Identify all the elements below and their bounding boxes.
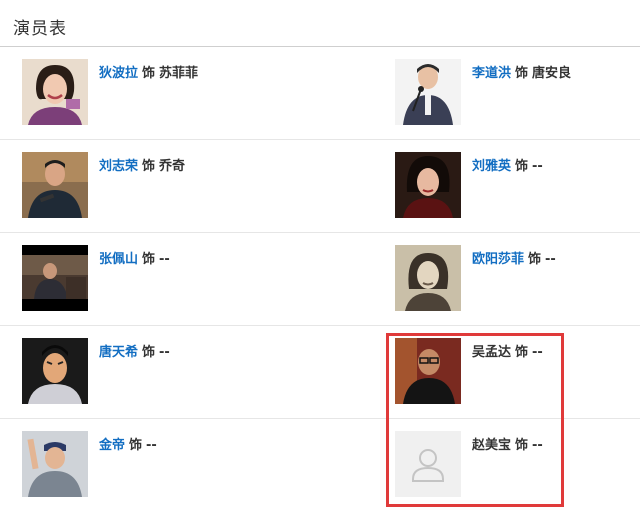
cast-credit: 刘雅英饰 -- xyxy=(472,155,543,174)
cast-section-header: 演员表 xyxy=(0,0,640,47)
as-label: 饰 xyxy=(515,66,529,81)
actor-name: 赵美宝 xyxy=(472,438,512,453)
as-label: 饰 xyxy=(142,66,156,81)
actor-name-link[interactable]: 唐天希 xyxy=(99,345,138,360)
cast-row: 张佩山饰 -- 欧阳莎菲饰 -- xyxy=(0,233,640,326)
actor-name-link[interactable]: 张佩山 xyxy=(99,252,138,267)
cast-credit: 张佩山饰 -- xyxy=(99,248,170,267)
cast-item: 吴孟达饰 -- xyxy=(395,338,635,406)
cast-item: 欧阳莎菲饰 -- xyxy=(395,245,635,313)
actor-name-link[interactable]: 欧阳莎菲 xyxy=(472,252,524,267)
actress-smiling-photo[interactable] xyxy=(22,59,88,125)
cast-item: 狄波拉饰苏菲菲 xyxy=(22,59,352,127)
section-title: 演员表 xyxy=(13,19,67,39)
as-label: 饰 xyxy=(142,159,156,174)
cast-row: 金帝饰 -- 赵美宝饰 -- xyxy=(0,419,640,512)
actor-name-link[interactable]: 刘雅英 xyxy=(472,159,511,174)
role-name: -- xyxy=(545,252,556,267)
man-with-microphone-photo[interactable] xyxy=(395,59,461,125)
cast-item: 刘志荣饰乔奇 xyxy=(22,152,352,220)
actress-in-costume-photo[interactable] xyxy=(395,152,461,218)
as-label: 饰 xyxy=(129,438,143,453)
cast-credit: 唐天希饰 -- xyxy=(99,341,170,360)
actor-name-link[interactable]: 狄波拉 xyxy=(99,66,138,81)
actor-name-link[interactable]: 金帝 xyxy=(99,438,125,453)
default-avatar-icon xyxy=(395,431,461,497)
cast-credit: 欧阳莎菲饰 -- xyxy=(472,248,556,267)
actor-name-link[interactable]: 李道洪 xyxy=(472,66,511,81)
as-label: 饰 xyxy=(515,159,529,174)
cast-list: 狄波拉饰苏菲菲 李道洪饰唐安良 刘志荣饰乔奇 刘雅英 饰 -- 张佩山 饰 --… xyxy=(0,47,640,512)
role-name: 唐安良 xyxy=(532,66,572,81)
cast-credit: 赵美宝饰 -- xyxy=(472,434,543,453)
cast-item: 金帝饰 -- xyxy=(22,431,352,499)
as-label: 饰 xyxy=(142,345,156,360)
cast-item: 李道洪饰唐安良 xyxy=(395,59,635,127)
man-speaking-photo[interactable] xyxy=(22,152,88,218)
man-with-glasses-photo[interactable] xyxy=(395,338,461,404)
cast-item: 张佩山饰 -- xyxy=(22,245,352,313)
cast-credit: 吴孟达饰 -- xyxy=(472,341,543,360)
role-name: -- xyxy=(146,438,157,453)
as-label: 饰 xyxy=(528,252,542,267)
cast-row: 唐天希饰 -- 吴孟达饰 -- xyxy=(0,326,640,419)
role-name: -- xyxy=(532,159,543,174)
cast-item: 唐天希饰 -- xyxy=(22,338,352,406)
cast-credit: 李道洪饰唐安良 xyxy=(472,62,571,81)
cast-credit: 刘志荣饰乔奇 xyxy=(99,155,185,174)
as-label: 饰 xyxy=(515,345,529,360)
film-still-photo[interactable] xyxy=(22,245,88,311)
cast-credit: 狄波拉饰苏菲菲 xyxy=(99,62,198,81)
role-name: -- xyxy=(532,345,543,360)
vintage-portrait-photo[interactable] xyxy=(395,245,461,311)
actor-name-link[interactable]: 刘志荣 xyxy=(99,159,138,174)
cast-row: 刘志荣饰乔奇 刘雅英饰 -- xyxy=(0,140,640,233)
role-name: -- xyxy=(159,252,170,267)
role-name: 乔奇 xyxy=(159,159,186,174)
period-drama-actor-photo[interactable] xyxy=(22,338,88,404)
role-name: -- xyxy=(532,438,543,453)
as-label: 饰 xyxy=(142,252,156,267)
cast-item: 赵美宝饰 -- xyxy=(395,431,635,499)
actor-name: 吴孟达 xyxy=(472,345,512,360)
role-name: 苏菲菲 xyxy=(159,66,199,81)
cast-credit: 金帝饰 -- xyxy=(99,434,157,453)
cast-item: 刘雅英饰 -- xyxy=(395,152,635,220)
man-waving-photo[interactable] xyxy=(22,431,88,497)
role-name: -- xyxy=(159,345,170,360)
as-label: 饰 xyxy=(515,438,529,453)
cast-row: 狄波拉饰苏菲菲 李道洪饰唐安良 xyxy=(0,47,640,140)
